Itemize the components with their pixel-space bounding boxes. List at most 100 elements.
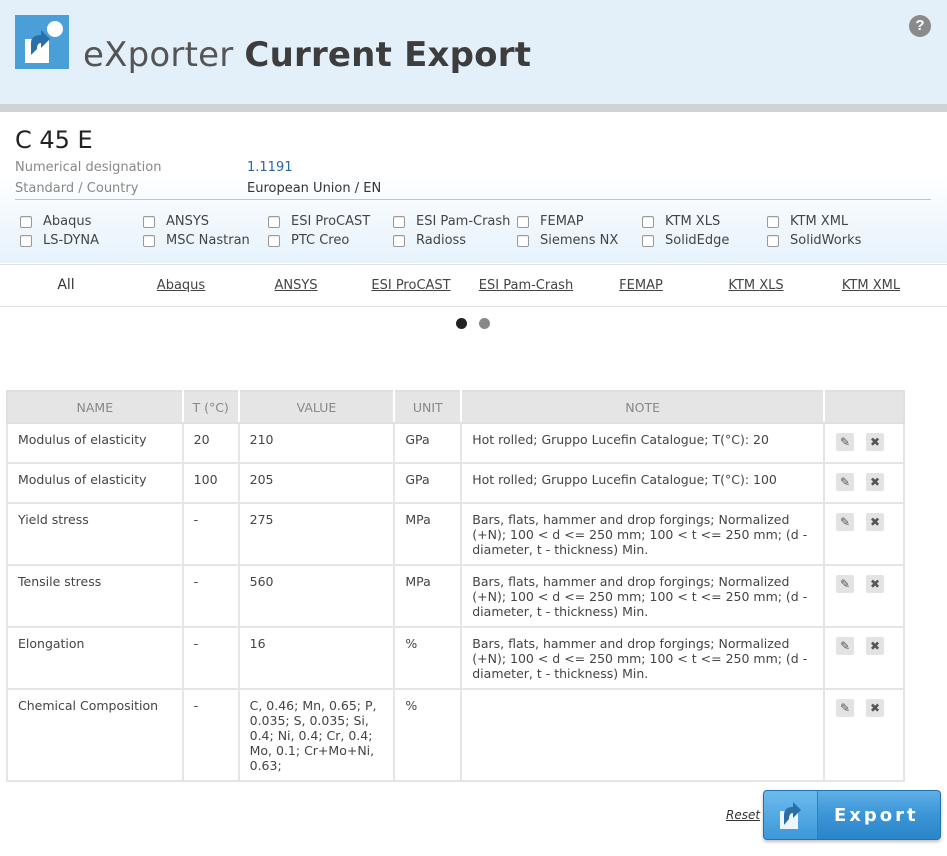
pager-dot[interactable]	[479, 318, 490, 329]
cell-value: 210	[237, 422, 396, 464]
pencil-icon[interactable]: ✎	[836, 575, 855, 593]
help-icon[interactable]: ?	[909, 15, 931, 37]
table-row: Tensile stress - 560 MPa Bars, flats, ha…	[6, 564, 905, 628]
checkbox-icon[interactable]	[767, 215, 779, 228]
format-checkbox-ptc-creo[interactable]: PTC Creo	[268, 233, 349, 248]
cell-name: Yield stress	[6, 502, 184, 566]
cell-temperature: 100	[181, 462, 240, 504]
pencil-icon[interactable]: ✎	[836, 699, 855, 717]
cell-value: 205	[237, 462, 396, 504]
table-row: Yield stress - 275 MPa Bars, flats, hamm…	[6, 502, 905, 566]
format-checkbox-esi-pam-crash[interactable]: ESI Pam-Crash	[393, 214, 510, 229]
checkbox-icon[interactable]	[517, 234, 529, 247]
cell-actions: ✎ ✖	[823, 564, 905, 628]
reset-link[interactable]: Reset	[726, 808, 760, 822]
pencil-icon[interactable]: ✎	[836, 637, 855, 655]
cell-value: 275	[237, 502, 396, 566]
material-name: C 45 E	[15, 126, 93, 154]
checkbox-icon[interactable]	[393, 234, 405, 247]
app-header: eXporter Current Export ?	[0, 0, 947, 106]
tab-abaqus[interactable]: Abaqus	[157, 278, 205, 293]
checkbox-icon[interactable]	[767, 234, 779, 247]
cell-name: Modulus of elasticity	[6, 462, 184, 504]
format-checkbox-radioss[interactable]: Radioss	[393, 233, 466, 248]
page-title: eXporter Current Export	[83, 35, 531, 75]
column-header-name: NAME	[6, 390, 184, 424]
format-checkbox-femap[interactable]: FEMAP	[517, 214, 584, 229]
table-row: Elongation - 16 % Bars, flats, hammer an…	[6, 626, 905, 690]
format-checkbox-ktm-xls[interactable]: KTM XLS	[642, 214, 720, 229]
cell-name: Tensile stress	[6, 564, 184, 628]
tab-esi-procast[interactable]: ESI ProCAST	[371, 278, 450, 293]
info-divider	[15, 199, 931, 200]
column-header-actions	[823, 390, 905, 424]
column-header-note: NOTE	[460, 390, 826, 424]
pencil-icon[interactable]: ✎	[836, 513, 855, 531]
material-info-panel: C 45 E Numerical designation 1.1191 Stan…	[0, 112, 947, 263]
cell-note: Hot rolled; Gruppo Lucefin Catalogue; T(…	[460, 462, 826, 504]
export-button-label: Export	[834, 805, 919, 826]
checkbox-icon[interactable]	[517, 215, 529, 228]
tab-all[interactable]: All	[57, 277, 74, 293]
exporter-logo-icon	[15, 15, 69, 69]
x-icon[interactable]: ✖	[866, 513, 885, 531]
cell-note: Hot rolled; Gruppo Lucefin Catalogue; T(…	[460, 422, 826, 464]
column-header-unit: UNIT	[393, 390, 463, 424]
pager-dot-active[interactable]	[456, 318, 467, 329]
x-icon[interactable]: ✖	[866, 699, 885, 717]
table-row: Chemical Composition - C, 0.46; Mn, 0.65…	[6, 688, 905, 782]
checkbox-icon[interactable]	[268, 215, 280, 228]
cell-note: Bars, flats, hammer and drop forgings; N…	[460, 564, 826, 628]
page-title-text: Current Export	[244, 35, 532, 75]
cell-name: Modulus of elasticity	[6, 422, 184, 464]
tab-esi-pam-crash[interactable]: ESI Pam-Crash	[479, 278, 573, 293]
pencil-icon[interactable]: ✎	[836, 473, 855, 491]
x-icon[interactable]: ✖	[866, 637, 885, 655]
checkbox-icon[interactable]	[393, 215, 405, 228]
format-checkbox-esi-procast[interactable]: ESI ProCAST	[268, 214, 370, 229]
cell-name: Elongation	[6, 626, 184, 690]
export-button[interactable]: Export	[763, 790, 941, 840]
pencil-icon[interactable]: ✎	[836, 433, 855, 451]
cell-temperature: -	[181, 564, 240, 628]
checkbox-icon[interactable]	[268, 234, 280, 247]
format-checkbox-solidworks[interactable]: SolidWorks	[767, 233, 861, 248]
checkbox-icon[interactable]	[642, 234, 654, 247]
cell-name: Chemical Composition	[6, 688, 184, 782]
checkbox-icon[interactable]	[143, 215, 155, 228]
tab-ktm-xml[interactable]: KTM XML	[842, 278, 900, 293]
export-arrow-icon	[764, 791, 818, 839]
table-row: Modulus of elasticity 20 210 GPa Hot rol…	[6, 422, 905, 464]
cell-unit: GPa	[393, 422, 463, 464]
cell-note	[460, 688, 826, 782]
x-icon[interactable]: ✖	[866, 433, 885, 451]
cell-unit: GPa	[393, 462, 463, 504]
format-checkbox-abaqus[interactable]: Abaqus	[20, 214, 91, 229]
tab-femap[interactable]: FEMAP	[619, 278, 663, 293]
x-icon[interactable]: ✖	[866, 575, 885, 593]
checkbox-icon[interactable]	[20, 215, 32, 228]
cell-unit: MPa	[393, 564, 463, 628]
cell-unit: %	[393, 626, 463, 690]
column-header-temperature: T (°C)	[181, 390, 240, 424]
numerical-designation-value: 1.1191	[247, 160, 293, 175]
cell-temperature: -	[181, 502, 240, 566]
format-checkbox-ktm-xml[interactable]: KTM XML	[767, 214, 848, 229]
standard-country-value: European Union / EN	[247, 181, 382, 196]
format-checkbox-ls-dyna[interactable]: LS-DYNA	[20, 233, 99, 248]
checkbox-icon[interactable]	[143, 234, 155, 247]
format-checkbox-ansys[interactable]: ANSYS	[143, 214, 209, 229]
format-checkbox-solidedge[interactable]: SolidEdge	[642, 233, 729, 248]
tab-ktm-xls[interactable]: KTM XLS	[728, 278, 783, 293]
format-checkbox-msc-nastran[interactable]: MSC Nastran	[143, 233, 250, 248]
standard-country-label: Standard / Country	[15, 181, 139, 196]
checkbox-icon[interactable]	[20, 234, 32, 247]
cell-temperature: -	[181, 626, 240, 690]
column-header-value: VALUE	[237, 390, 396, 424]
tab-ansys[interactable]: ANSYS	[274, 278, 317, 293]
cell-actions: ✎ ✖	[823, 462, 905, 504]
format-checkbox-siemens-nx[interactable]: Siemens NX	[517, 233, 618, 248]
x-icon[interactable]: ✖	[866, 473, 885, 491]
checkbox-icon[interactable]	[642, 215, 654, 228]
cell-actions: ✎ ✖	[823, 688, 905, 782]
